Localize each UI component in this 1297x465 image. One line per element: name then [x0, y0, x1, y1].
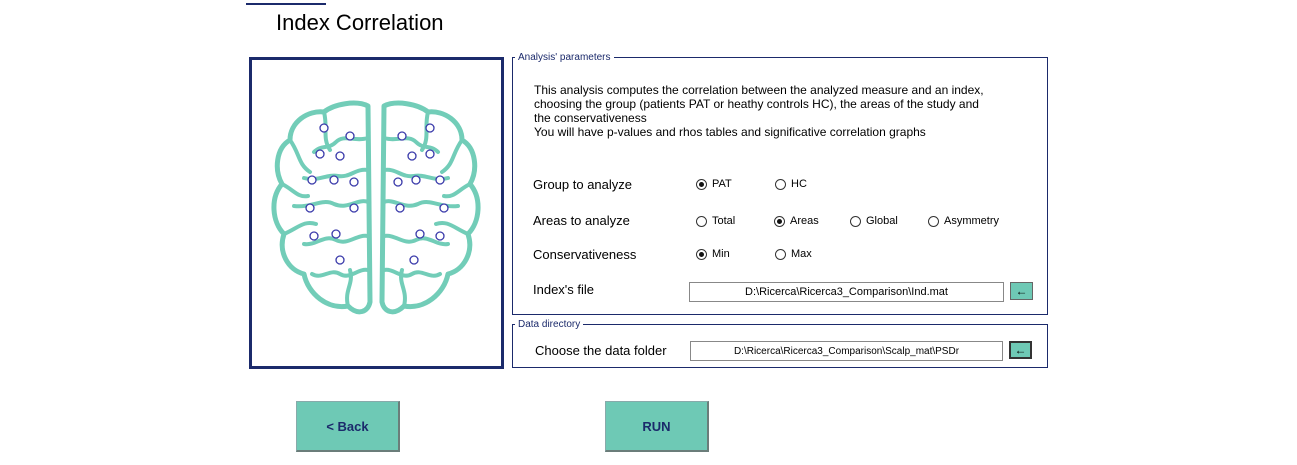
- analysis-parameters-group: Analysis' parameters This analysis compu…: [512, 52, 1048, 315]
- radio-circle[interactable]: [775, 178, 786, 190]
- analysis-parameters-legend: Analysis' parameters: [518, 52, 611, 63]
- areas-label: Areas to analyze: [533, 213, 630, 228]
- radio-areas-asymmetry[interactable]: Asymmetry: [928, 215, 999, 227]
- radio-circle[interactable]: [696, 248, 707, 260]
- description-line: the conservativeness: [534, 111, 647, 125]
- radio-circle[interactable]: [850, 215, 861, 227]
- radio-conservativeness-max[interactable]: Max: [775, 248, 812, 260]
- radio-circle[interactable]: [696, 215, 707, 227]
- radio-areas-areas[interactable]: Areas: [774, 215, 819, 227]
- description-line: choosing the group (patients PAT or heat…: [534, 97, 979, 111]
- description-line: You will have p-values and rhos tables a…: [534, 125, 926, 139]
- conservativeness-label: Conservativeness: [533, 247, 637, 262]
- brain-electrodes-icon: [271, 100, 481, 315]
- radio-conservativeness-min[interactable]: Min: [696, 248, 730, 260]
- radio-areas-total[interactable]: Total: [696, 215, 735, 227]
- description-line: This analysis computes the correlation b…: [534, 83, 984, 97]
- run-button[interactable]: RUN: [605, 401, 709, 452]
- radio-group-pat[interactable]: PAT: [696, 178, 732, 190]
- radio-circle[interactable]: [696, 178, 707, 190]
- back-button[interactable]: < Back: [296, 401, 400, 452]
- data-folder-path-field[interactable]: D:\Ricerca\Ricerca3_Comparison\Scalp_mat…: [690, 341, 1003, 361]
- group-label: Group to analyze: [533, 177, 633, 192]
- radio-circle[interactable]: [774, 215, 785, 227]
- data-folder-browse-button[interactable]: ←: [1009, 341, 1032, 359]
- analysis-description: This analysis computes the correlation b…: [534, 83, 1024, 139]
- index-file-browse-button[interactable]: ←: [1010, 282, 1033, 300]
- title-underline: [246, 3, 326, 5]
- radio-circle[interactable]: [775, 248, 786, 260]
- index-file-path-field[interactable]: D:\Ricerca\Ricerca3_Comparison\Ind.mat: [689, 282, 1004, 302]
- index-file-label: Index's file: [533, 282, 595, 297]
- page-title: Index Correlation: [276, 10, 444, 35]
- radio-areas-global[interactable]: Global: [850, 215, 898, 227]
- data-folder-label: Choose the data folder: [535, 343, 667, 358]
- radio-group-hc[interactable]: HC: [775, 178, 807, 190]
- data-directory-group: Data directory Choose the data folder D:…: [512, 319, 1048, 368]
- data-directory-legend: Data directory: [518, 319, 581, 330]
- radio-circle[interactable]: [928, 215, 939, 227]
- brain-illustration-frame: [249, 57, 504, 369]
